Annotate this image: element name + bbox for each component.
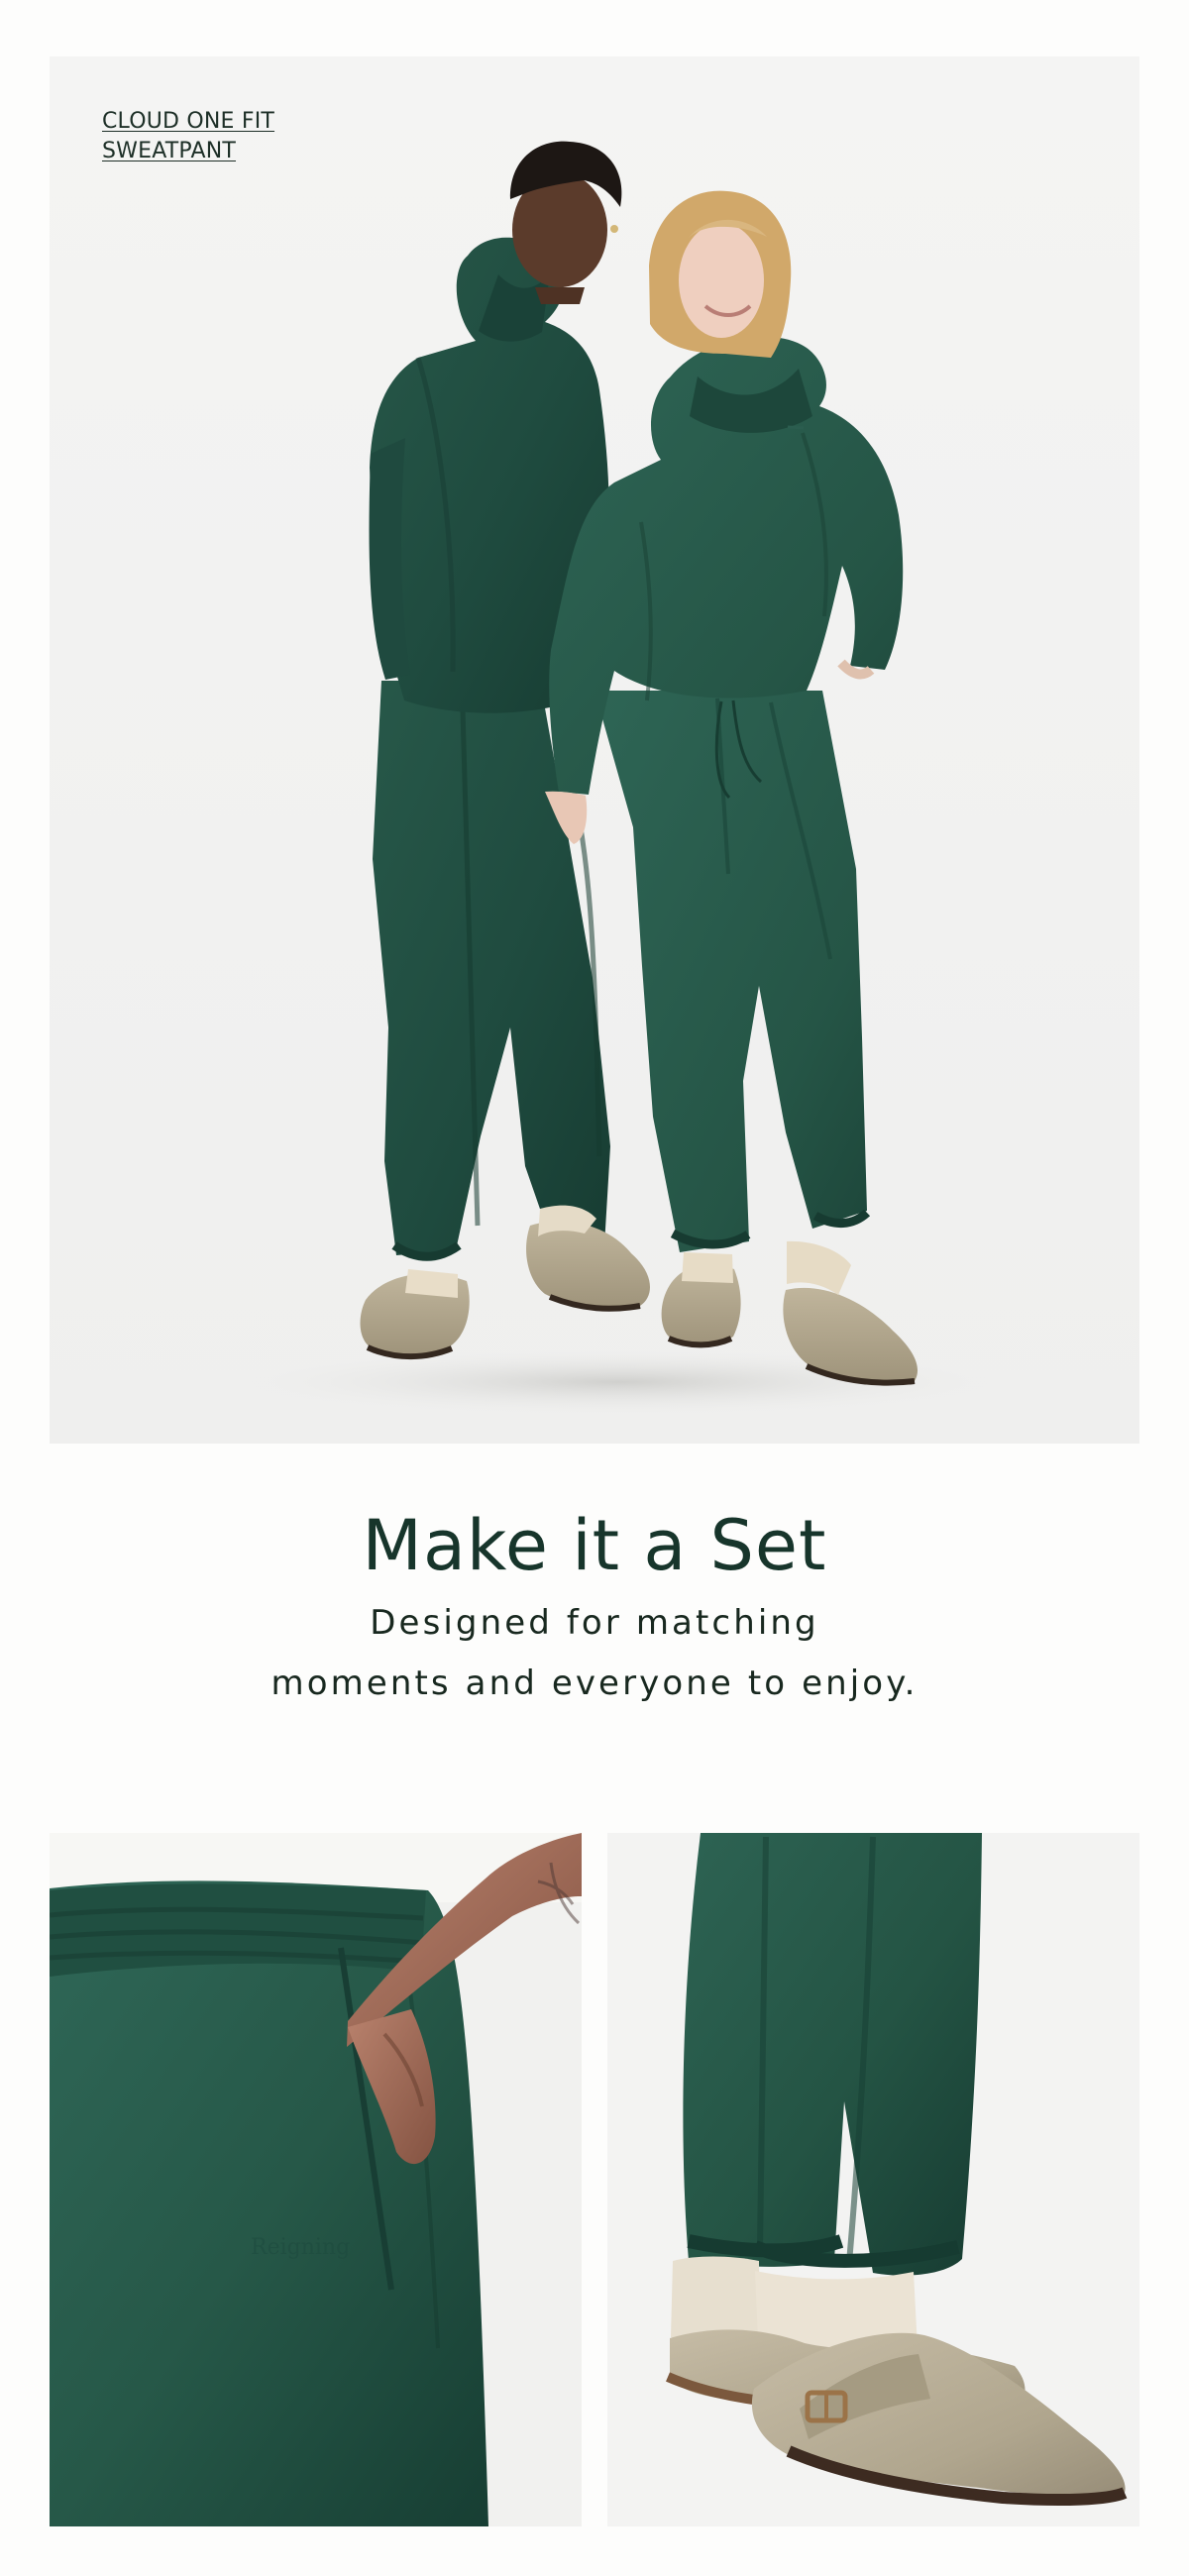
svg-text:Reigning: Reigning — [251, 2235, 350, 2260]
section-subtitle-line-2: moments and everyone to enjoy. — [270, 1664, 919, 1703]
section-subtitle-line-1: Designed for matching — [370, 1603, 819, 1643]
matching-set-models-image — [50, 56, 1139, 1444]
section-title: Make it a Set — [362, 1505, 827, 1586]
hero-photo: CLOUD ONE FIT SWEATPANT — [50, 56, 1139, 1444]
product-link-line-1: CLOUD ONE FIT — [102, 109, 275, 134]
page: CLOUD ONE FIT SWEATPANT Make it a Set De… — [0, 0, 1189, 2576]
sweatpant-cuff-sandal-detail-image — [607, 1833, 1139, 2526]
product-link-line-2: SWEATPANT — [102, 139, 237, 163]
sweatpant-cuff-closeup-photo — [607, 1833, 1139, 2526]
cloud-one-fit-sweatpant-link[interactable]: CLOUD ONE FIT SWEATPANT — [102, 107, 274, 166]
sweatpant-waistband-closeup-photo: Reigning — [50, 1833, 582, 2526]
make-it-a-set-section: Make it a Set Designed for matching mome… — [0, 1498, 1189, 1714]
sweatpant-pocket-detail-image: Reigning — [50, 1833, 582, 2526]
